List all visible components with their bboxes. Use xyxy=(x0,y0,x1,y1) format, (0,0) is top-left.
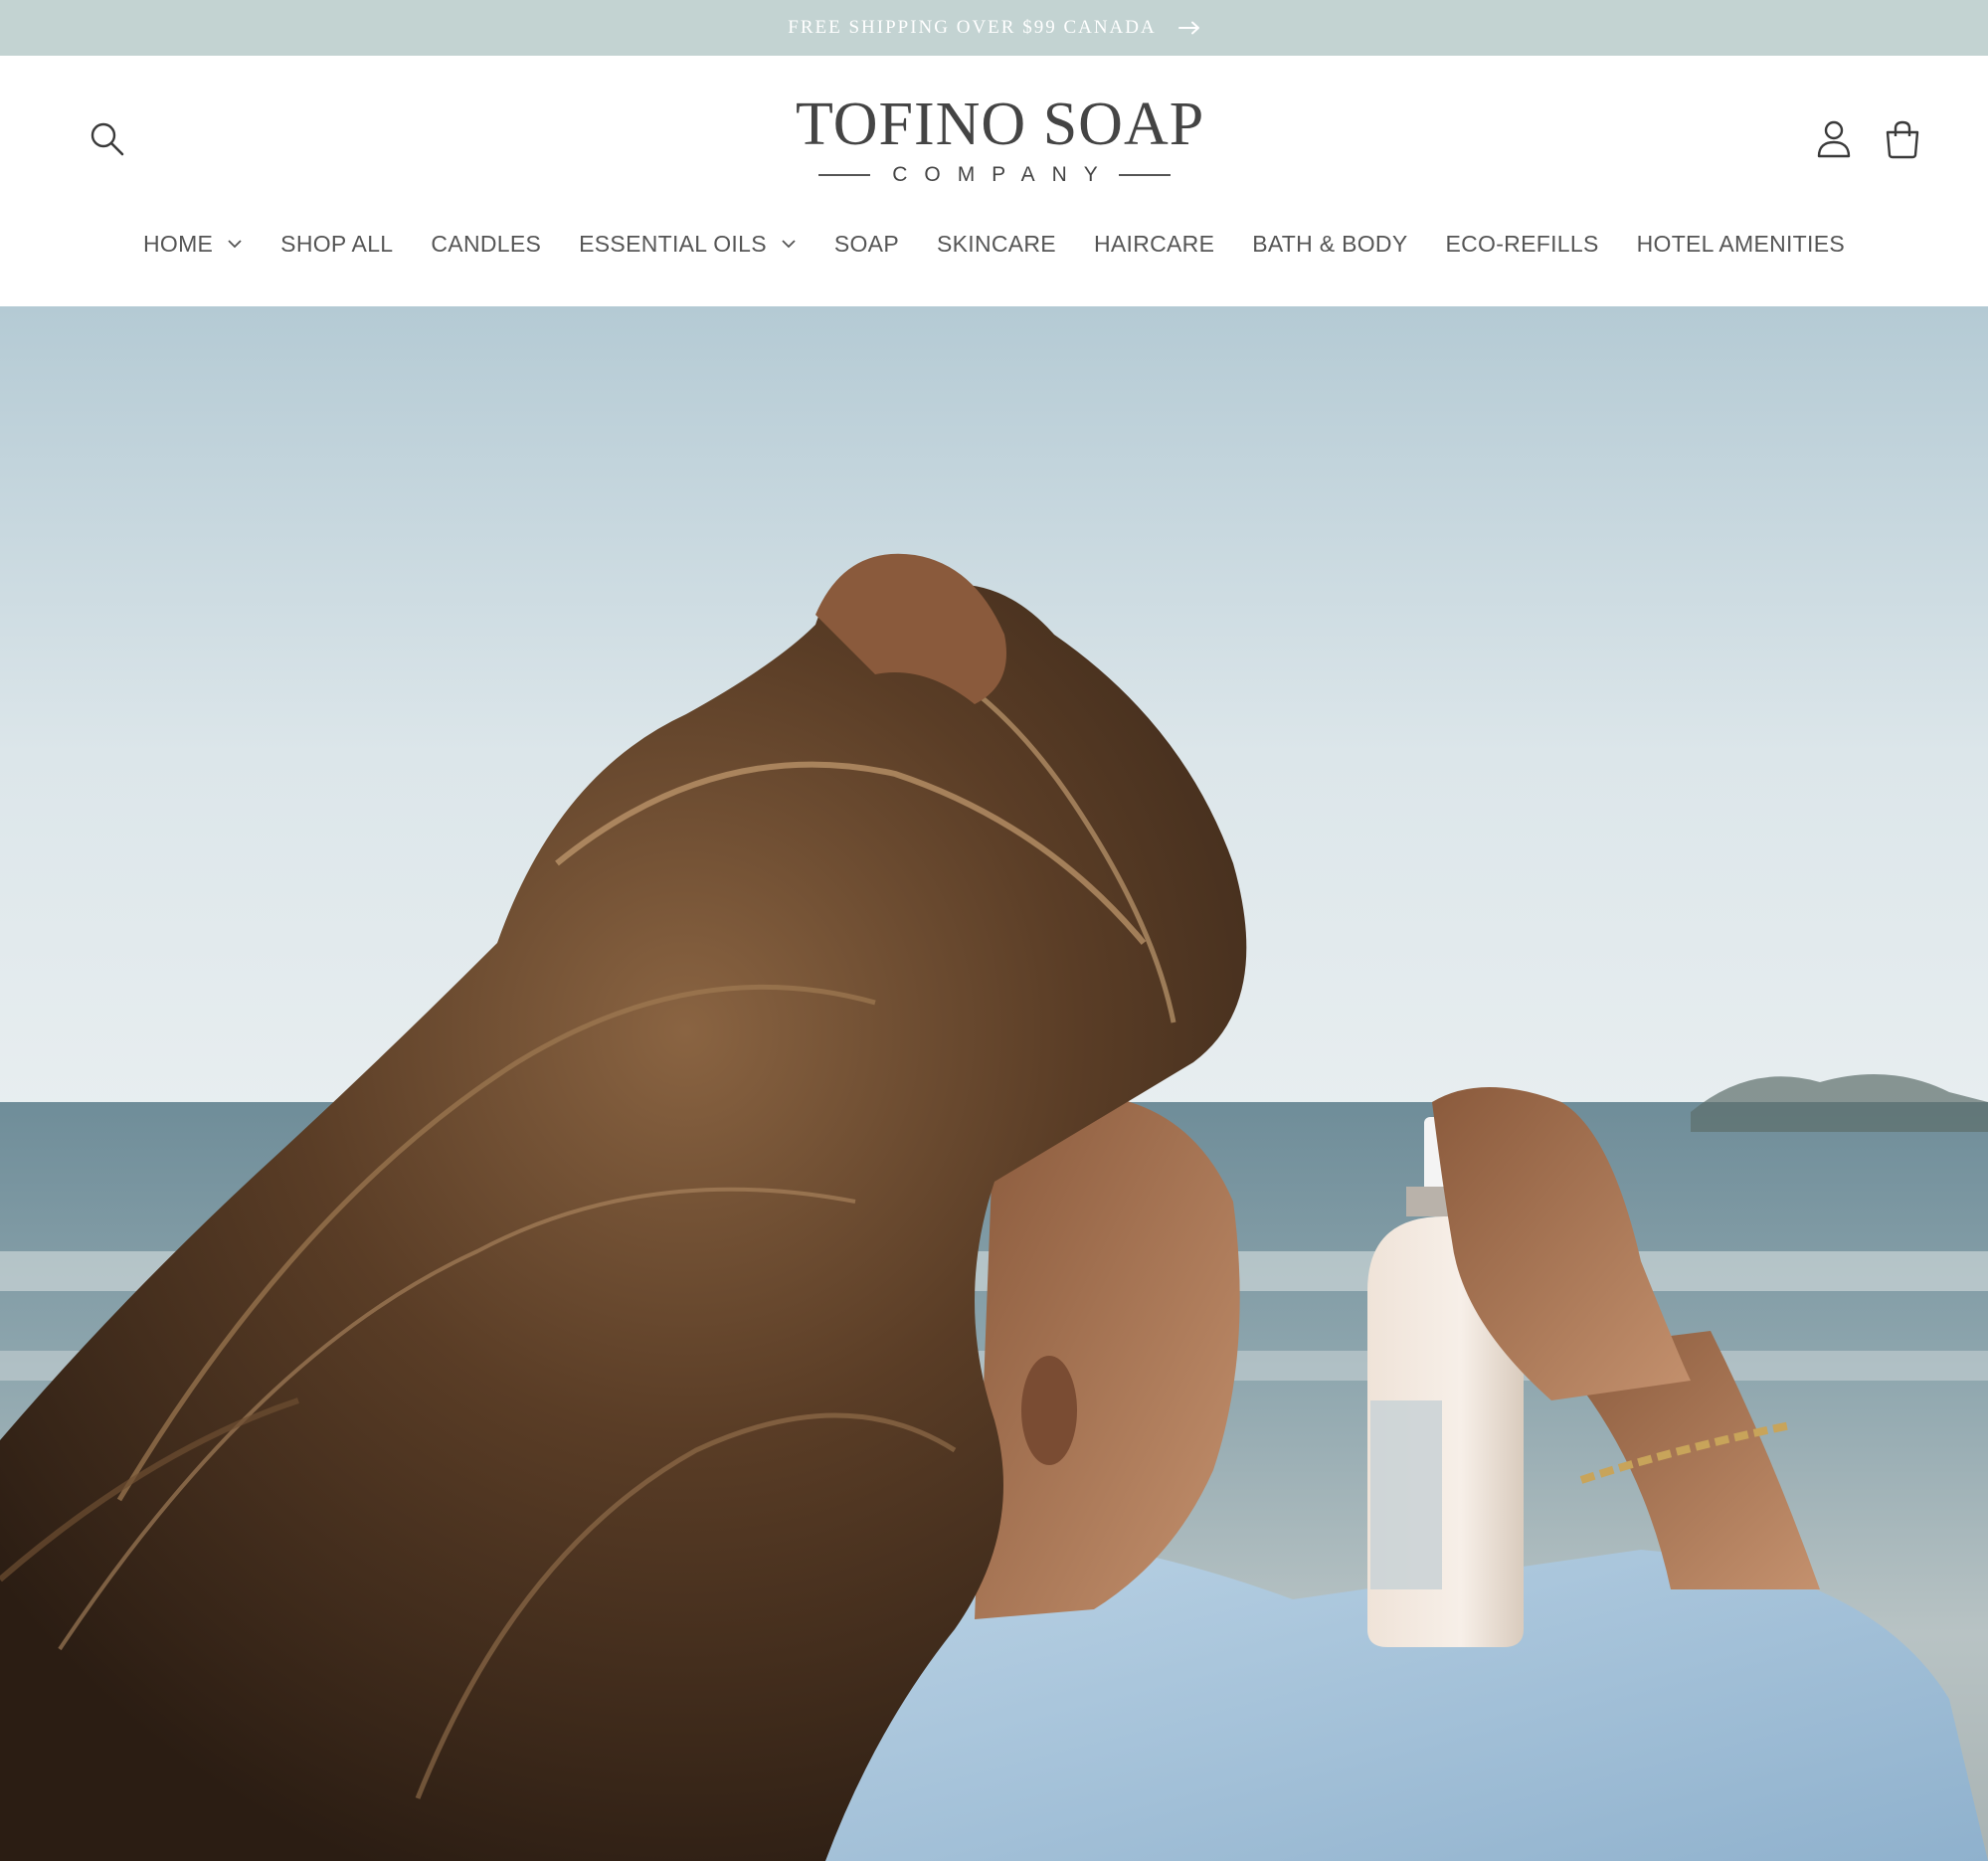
cart-icon xyxy=(1886,120,1919,159)
nav-item-essential-oils[interactable]: ESSENTIAL OILS xyxy=(579,231,797,258)
logo-divider-right xyxy=(1118,174,1171,176)
arrow-right-icon xyxy=(1177,21,1200,35)
account-button[interactable] xyxy=(1816,119,1852,159)
nav-item-skincare[interactable]: SKINCARE xyxy=(937,231,1056,258)
nav-item-soap[interactable]: SOAP xyxy=(834,231,899,258)
chevron-down-icon xyxy=(228,240,242,249)
nav-item-label: HAIRCARE xyxy=(1093,230,1215,257)
logo-wordmark: TOFINO SOAP xyxy=(796,91,1205,158)
announcement-text[interactable]: FREE SHIPPING OVER $99 CANADA xyxy=(788,17,1156,39)
nav-item-home[interactable]: HOME xyxy=(143,231,243,258)
cart-button[interactable] xyxy=(1884,119,1921,159)
nav-item-label: BATH & BODY xyxy=(1252,230,1408,257)
nav-item-eco-refills[interactable]: ECO-REFILLS xyxy=(1445,231,1598,258)
account-icon xyxy=(1817,120,1851,158)
search-icon xyxy=(90,122,124,156)
nav-item-label: CANDLES xyxy=(431,230,542,257)
nav-item-label: SKINCARE xyxy=(936,230,1056,257)
nav-item-hotel-amenities[interactable]: HOTEL AMENITIES xyxy=(1637,231,1845,258)
main-nav: HOME SHOP ALL CANDLES ESSENTIAL OILS SOA… xyxy=(0,221,1988,267)
logo-divider-left xyxy=(818,174,871,176)
hero-image xyxy=(0,306,1988,1861)
nav-item-label: HOTEL AMENITIES xyxy=(1636,230,1846,257)
nav-item-haircare[interactable]: HAIRCARE xyxy=(1094,231,1214,258)
nav-item-label: SHOP ALL xyxy=(280,230,394,257)
nav-item-candles[interactable]: CANDLES xyxy=(431,231,541,258)
nav-item-bath-body[interactable]: BATH & BODY xyxy=(1252,231,1407,258)
nav-item-label: ESSENTIAL OILS xyxy=(579,230,767,257)
chevron-down-icon xyxy=(782,240,796,249)
nav-item-shop-all[interactable]: SHOP ALL xyxy=(280,231,393,258)
announcement-bar[interactable]: FREE SHIPPING OVER $99 CANADA xyxy=(0,0,1988,56)
search-button[interactable] xyxy=(90,121,125,157)
nav-item-label: ECO-REFILLS xyxy=(1445,230,1599,257)
nav-item-label: SOAP xyxy=(833,230,899,257)
logo-subtitle: COMPANY xyxy=(892,163,1115,186)
site-logo[interactable]: TOFINO SOAP COMPANY xyxy=(796,91,1205,189)
nav-item-label: HOME xyxy=(142,230,214,257)
